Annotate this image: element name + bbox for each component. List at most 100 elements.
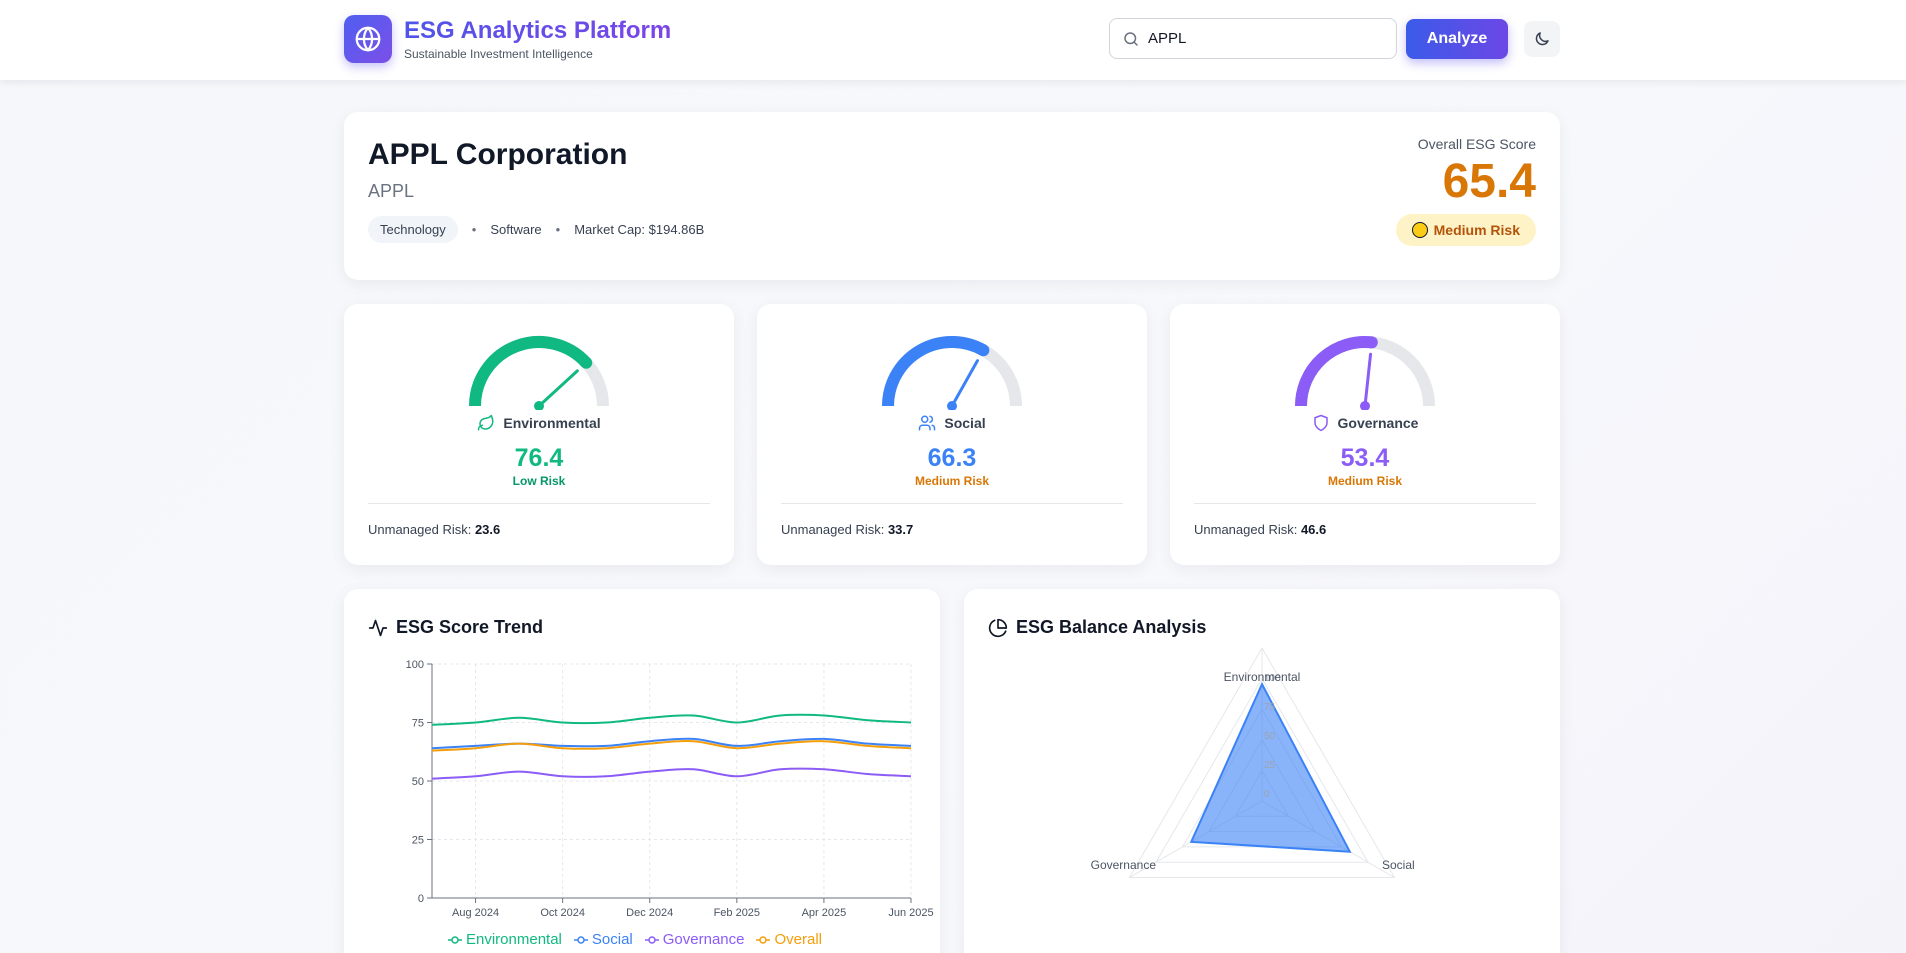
x-tick-label: Feb 2025 [714, 907, 760, 919]
series-line-social [431, 737, 912, 750]
x-tick-label: Aug 2024 [452, 907, 499, 919]
x-tick-label: Oct 2024 [540, 907, 585, 919]
environmental-score-card: Environmental 76.4 Low Risk Unmanaged Ri… [344, 304, 734, 565]
esg-balance-card: ESG Balance Analysis 0 25 50 75 100 Environme… [964, 589, 1560, 953]
x-tick-label: Jun 2025 [888, 907, 933, 919]
users-icon [919, 415, 936, 431]
unmanaged-risk-value: 46.6 [1300, 522, 1327, 537]
search-icon [1124, 31, 1138, 46]
legend-item-overall[interactable]: Overall [756, 931, 822, 948]
pillar-label: Environmental [503, 415, 601, 431]
legend-label: Social [591, 931, 633, 948]
legend-label: Governance [662, 931, 745, 948]
moon-icon [1535, 32, 1549, 46]
legend-item-social[interactable]: Social [573, 931, 633, 948]
trend-legend: Environmental Social Governance Overall [448, 931, 834, 948]
overall-risk-label: Medium Risk [1433, 222, 1520, 238]
legend-label: Overall [774, 931, 822, 948]
divider [368, 503, 710, 504]
gauge-end-cap [1365, 336, 1378, 349]
legend-item-governance[interactable]: Governance [644, 931, 745, 948]
analyze-button[interactable]: Analyze [1406, 19, 1508, 59]
gauge-needle [1363, 352, 1373, 408]
leaf-icon [478, 414, 494, 431]
radar-tick-label: 75 [1264, 702, 1276, 713]
ticker-search-input[interactable] [1148, 30, 1378, 47]
legend-marker-icon [644, 935, 659, 944]
radar-tick-label: 25 [1264, 760, 1276, 771]
radar-axis-label: Environmental [1224, 670, 1301, 684]
governance-score-card: Governance 53.4 Medium Risk Unmanaged Ri… [1170, 304, 1560, 565]
pillar-label: Social [944, 415, 986, 431]
pillar-score: 76.4 [514, 444, 564, 472]
gauge-end-cap [977, 344, 990, 357]
pillar-score: 66.3 [927, 444, 977, 472]
y-tick-label: 75 [412, 718, 424, 730]
separator-dot: • [471, 222, 477, 237]
radar-tick-label: 50 [1264, 731, 1276, 742]
esg-trend-line-chart: 0 25 50 75 100 Aug 2024 Oct 2024 Dec 2024 Feb 20… [406, 659, 934, 919]
social-score-card: Social 66.3 Medium Risk Unmanaged Risk: … [757, 304, 1147, 565]
gauge-track [882, 336, 1022, 407]
social-gauge [882, 336, 1022, 410]
company-overview-card: APPL Corporation APPL Technology • Softw… [344, 112, 1560, 280]
x-tick-label: Apr 2025 [802, 907, 847, 919]
radar-axis-label: Social [1382, 858, 1415, 872]
gauge-track [469, 336, 609, 407]
company-name: APPL Corporation [368, 138, 628, 171]
series-line-governance [431, 767, 912, 780]
legend-label: Environmental [466, 931, 562, 948]
app-subtitle: Sustainable Investment Intelligence [404, 47, 593, 61]
gauge-fill [469, 336, 591, 407]
legend-item-environmental[interactable]: Environmental [448, 931, 562, 948]
overall-score-value: 65.4 [1442, 155, 1536, 208]
legend-marker-icon [448, 935, 462, 944]
divider [1194, 503, 1536, 504]
company-meta: Technology • Software • Market Cap: $194… [368, 216, 704, 243]
overall-score-label: Overall ESG Score [1417, 136, 1536, 152]
market-cap-label: Market Cap: $194.86B [574, 222, 705, 237]
radar-axis-label: Governance [1091, 858, 1157, 872]
pillar-label: Governance [1337, 415, 1419, 431]
company-ticker: APPL [368, 181, 415, 201]
risk-dot-icon [1411, 222, 1428, 238]
shield-icon [1313, 414, 1328, 432]
unmanaged-risk: Unmanaged Risk: 33.7 [781, 522, 914, 537]
gauge-needle [950, 359, 979, 408]
y-tick-label: 50 [412, 776, 424, 788]
esg-trend-card: ESG Score Trend 0 25 50 75 100 Aug 2024 Oct 20… [344, 589, 940, 953]
esg-balance-radar-chart: 0255075100EnvironmentalSocialGovernance [1091, 647, 1415, 878]
app-title: ESG Analytics Platform [404, 17, 672, 44]
y-tick-label: 0 [418, 893, 424, 905]
x-tick-label: Dec 2024 [626, 907, 673, 919]
pillar-risk-label: Medium Risk [1327, 474, 1402, 488]
unmanaged-risk-value: 23.6 [474, 522, 501, 537]
y-tick-label: 25 [412, 835, 424, 847]
overall-risk-badge: Medium Risk [1395, 214, 1536, 246]
radar-tick-label: 0 [1264, 789, 1270, 800]
overall-score-block: Overall ESG Score 65.4 Medium Risk [1395, 136, 1536, 246]
legend-marker-icon [573, 935, 588, 944]
sector-badge: Technology [368, 216, 458, 243]
unmanaged-risk-value: 33.7 [887, 522, 914, 537]
series-line-overall [431, 740, 912, 752]
unmanaged-risk: Unmanaged Risk: 46.6 [1194, 522, 1327, 537]
pillar-risk-label: Medium Risk [914, 474, 989, 488]
globe-icon [344, 15, 392, 63]
pillar-risk-label: Low Risk [512, 474, 566, 488]
governance-gauge [1295, 336, 1435, 410]
industry-label: Software [490, 222, 542, 237]
separator-dot: • [555, 222, 561, 237]
brand: ESG Analytics Platform Sustainable Inves… [344, 15, 671, 63]
gauge-end-cap [580, 356, 593, 369]
theme-toggle-button[interactable] [1524, 21, 1560, 57]
app-header: ESG Analytics Platform Sustainable Inves… [0, 0, 1906, 80]
y-tick-label: 100 [406, 659, 424, 671]
search-box [1109, 18, 1397, 59]
series-line-environmental [431, 713, 912, 726]
legend-marker-icon [756, 935, 771, 944]
environmental-gauge [469, 336, 609, 410]
gauge-fill [1295, 336, 1373, 407]
gauge-needle [537, 369, 579, 408]
gauge-needle-hub [1360, 401, 1370, 410]
